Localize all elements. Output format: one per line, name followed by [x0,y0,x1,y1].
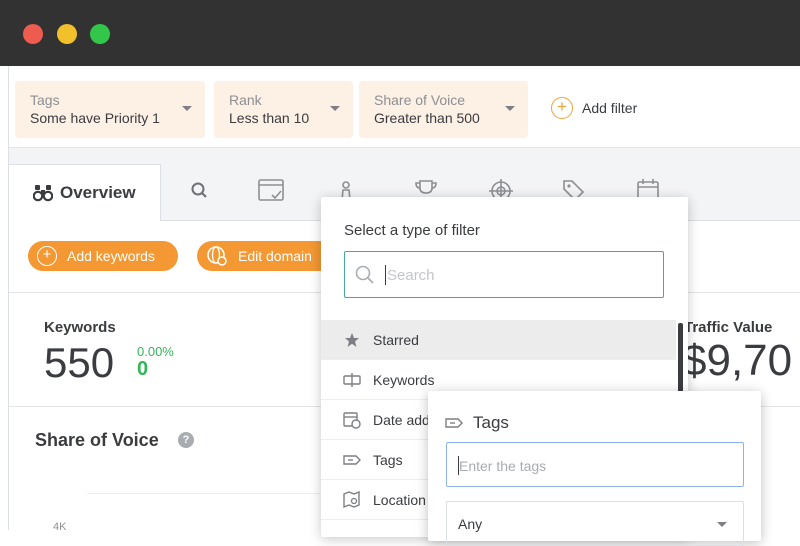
add-keywords-label: Add keywords [67,248,155,264]
tab-overview[interactable]: Overview [9,164,161,221]
edit-domain-label: Edit domain [238,248,312,264]
map-search-icon [343,490,361,509]
filter-type-starred[interactable]: Starred [321,320,676,360]
keywords-change-percent: 0.00% [137,344,174,359]
tab-overview-label: Overview [60,183,136,202]
tag-icon [343,451,361,469]
browser-check-icon[interactable] [258,178,284,204]
add-keywords-button[interactable]: + Add keywords [28,241,178,271]
plus-circle-icon: + [551,97,573,119]
keywords-stat-value: 550 [44,339,115,386]
chevron-down-icon [717,522,727,527]
filter-type-label: Tags [373,451,403,468]
zoom-window-button[interactable] [90,24,110,44]
tags-filter-panel: Tags Any [428,391,761,546]
filter-chip-value: Some have Priority 1 [30,110,160,126]
text-cursor [385,265,386,285]
filter-bar: Tags Some have Priority 1 Rank Less than… [9,66,800,148]
filter-type-label: Starred [373,331,419,348]
filter-chip-share-of-voice[interactable]: Share of Voice Greater than 500 [359,81,528,138]
minimize-window-button[interactable] [57,24,77,44]
filter-search-box[interactable] [344,251,664,298]
traffic-value-amount: $9,70 [682,336,793,385]
calendar-clock-icon [343,411,361,429]
traffic-value-label: Traffic Value [684,319,773,336]
filter-chip-tags[interactable]: Tags Some have Priority 1 [15,81,205,138]
tags-panel-title: Tags [473,413,509,432]
star-icon [343,331,361,349]
filter-chip-value: Less than 10 [229,110,310,126]
chart-gridline [87,493,327,494]
tags-input[interactable] [459,455,729,477]
edit-domain-button[interactable]: Edit domain [197,241,337,271]
filter-chip-value: Greater than 500 [374,110,480,126]
filter-type-label: Keywords [373,371,435,388]
binoculars-icon [33,185,53,202]
window-titlebar [0,0,800,66]
keyword-icon [343,371,361,389]
tags-match-select[interactable]: Any [446,501,744,546]
filter-search-input[interactable] [387,264,647,286]
filter-type-label: Location [373,491,426,508]
dropdown-scrollbar[interactable] [678,323,683,393]
tags-input-box[interactable] [446,442,744,487]
filter-chip-rank[interactable]: Rank Less than 10 [214,81,353,138]
tag-icon [445,418,463,428]
keywords-stat-label: Keywords [44,319,116,336]
add-filter-button[interactable]: + Add filter [551,96,637,120]
filter-dropdown-title: Select a type of filter [344,222,480,239]
chevron-down-icon [182,106,192,111]
search-icon [355,265,374,284]
tags-panel-header: Tags [445,413,509,433]
y-axis-tick-label: 4K [53,521,67,533]
keywords-change-value: 0 [137,358,149,380]
search-icon[interactable] [187,178,213,204]
share-of-voice-title: Share of Voice [35,430,159,450]
plus-circle-icon: + [37,246,57,266]
filter-chip-label: Tags [30,92,60,108]
chevron-down-icon [330,106,340,111]
globe-gear-icon [207,246,227,266]
add-filter-label: Add filter [582,100,638,116]
close-window-button[interactable] [23,24,43,44]
help-icon[interactable]: ? [178,432,194,448]
chevron-down-icon [505,106,515,111]
